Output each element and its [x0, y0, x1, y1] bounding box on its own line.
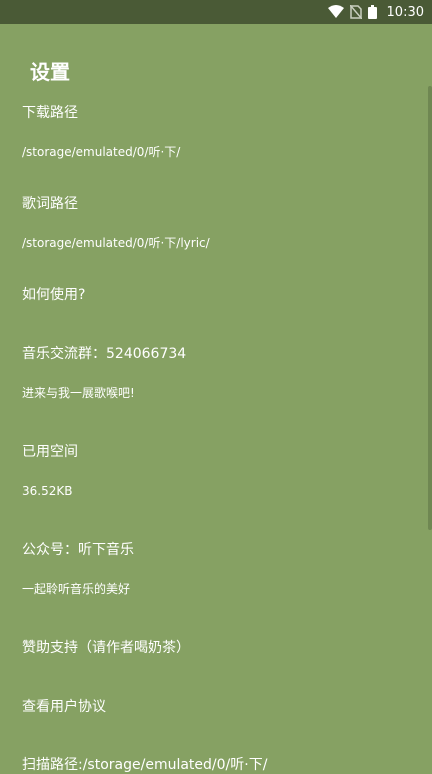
setting-title: 已用空间 [22, 444, 78, 460]
status-bar: 10:30 [0, 0, 432, 24]
status-time: 10:30 [386, 4, 424, 20]
setting-user-agreement[interactable]: 查看用户协议 [22, 698, 422, 716]
setting-title: 如何使用? [22, 287, 86, 303]
setting-title: 音乐交流群：524066734 [22, 346, 187, 362]
setting-title: 公众号：听下音乐 [22, 542, 134, 558]
setting-title: 歌词路径 [22, 196, 78, 212]
setting-subtitle: /storage/emulated/0/听·下/ [22, 145, 181, 159]
setting-title: 下载路径 [22, 105, 78, 121]
setting-lyric-path[interactable]: 歌词路径 /storage/emulated/0/听·下/lyric/ [22, 195, 422, 251]
setting-subtitle: 36.52KB [22, 484, 73, 498]
setting-how-to-use[interactable]: 如何使用? [22, 286, 422, 304]
setting-title: 查看用户协议 [22, 699, 106, 715]
setting-subtitle: /storage/emulated/0/听·下/lyric/ [22, 236, 210, 250]
setting-sponsor[interactable]: 赞助支持（请作者喝奶茶） [22, 639, 422, 657]
setting-used-space[interactable]: 已用空间 36.52KB [22, 443, 422, 499]
wifi-icon [327, 5, 344, 19]
setting-music-group[interactable]: 音乐交流群：524066734 进来与我一展歌喉吧! [22, 345, 422, 401]
setting-official-account[interactable]: 公众号：听下音乐 一起聆听音乐的美好 [22, 541, 422, 597]
setting-subtitle: 一起聆听音乐的美好 [22, 582, 131, 596]
page-title: 设置 [30, 60, 70, 84]
setting-title: 扫描路径:/storage/emulated/0/听·下/ [22, 757, 268, 773]
setting-title: 赞助支持（请作者喝奶茶） [22, 640, 190, 656]
scrollbar[interactable] [428, 86, 432, 530]
setting-subtitle: 进来与我一展歌喉吧! [22, 386, 135, 400]
battery-icon [367, 5, 377, 19]
no-sim-icon [349, 5, 362, 19]
setting-download-path[interactable]: 下载路径 /storage/emulated/0/听·下/ [22, 104, 422, 160]
setting-scan-path[interactable]: 扫描路径:/storage/emulated/0/听·下/ [22, 756, 422, 774]
